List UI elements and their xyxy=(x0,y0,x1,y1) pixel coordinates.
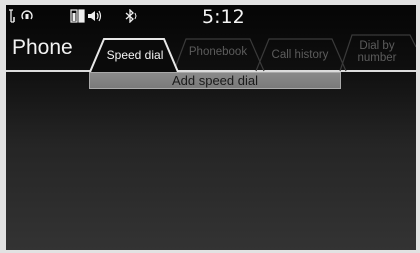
audio-streaming-icon xyxy=(86,9,104,26)
tab-dial-by-number[interactable]: Dial by number xyxy=(348,40,406,64)
clock-time: 5:12 xyxy=(202,6,245,28)
tab-bar: Speed dial Phonebook Call history Dial b… xyxy=(6,29,416,75)
phone-display: 5:12 Phone Speed dial Phonebook Call his… xyxy=(6,5,416,250)
tab-call-history[interactable]: Call history xyxy=(260,49,340,61)
hfl-phone-icon xyxy=(20,9,34,26)
screen-bezel: 5:12 Phone Speed dial Phonebook Call his… xyxy=(0,0,420,253)
add-speed-dial-button[interactable]: Add speed dial xyxy=(89,72,341,89)
bluetooth-icon xyxy=(124,8,140,26)
phone-battery-icon xyxy=(70,9,86,26)
tab-speed-dial[interactable]: Speed dial xyxy=(100,49,170,61)
status-bar: 5:12 xyxy=(6,5,416,31)
tab-phonebook[interactable]: Phonebook xyxy=(182,46,254,58)
signal-antenna-icon xyxy=(8,9,18,26)
